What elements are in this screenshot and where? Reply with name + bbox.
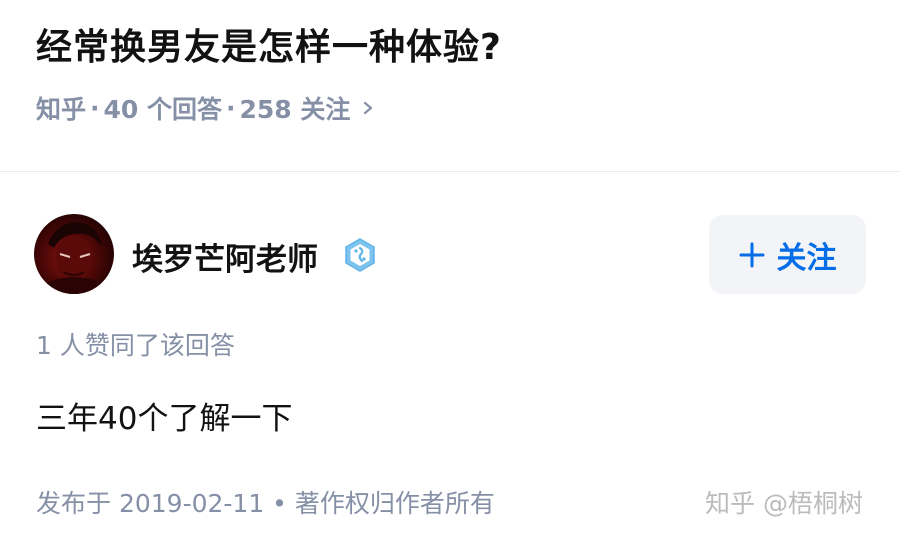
question-title[interactable]: 经常换男友是怎样一种体验?: [36, 18, 502, 70]
meta-separator: ·: [90, 93, 100, 123]
question-header: 经常换男友是怎样一种体验? 知乎 · 40 个回答 · 258 关注: [0, 0, 900, 171]
answer-content[interactable]: 三年40个了解一下: [36, 393, 292, 438]
follow-button[interactable]: 关注: [709, 215, 866, 294]
meta-separator: ·: [226, 93, 236, 123]
upvote-note: 1 人赞同了该回答: [36, 331, 235, 360]
follower-count: 258 关注: [239, 95, 351, 124]
follow-label: 关注: [776, 240, 837, 276]
answer-count: 40 个回答: [103, 95, 223, 124]
watermark: 知乎 @梧桐树: [705, 489, 863, 518]
plus-icon: [739, 242, 764, 267]
section-divider: [0, 171, 900, 172]
chevron-right-icon: [364, 101, 373, 115]
author-name[interactable]: 埃罗芒阿老师: [132, 234, 318, 279]
verified-badge-icon: [345, 238, 375, 272]
question-meta[interactable]: 知乎 · 40 个回答 · 258 关注: [36, 90, 374, 126]
avatar-image: [44, 222, 104, 294]
avatar[interactable]: [34, 214, 114, 294]
answer-footer: 发布于 2019-02-11 • 著作权归作者所有: [36, 489, 495, 518]
source-label: 知乎: [36, 95, 87, 124]
